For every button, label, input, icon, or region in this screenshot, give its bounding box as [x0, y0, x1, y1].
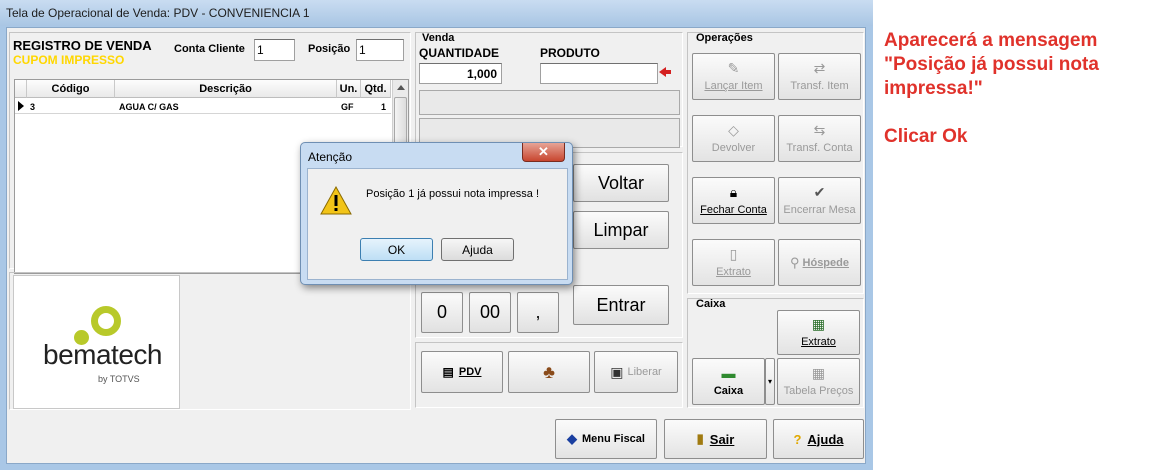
posicao-input[interactable]: 1 [356, 39, 404, 61]
window-title: Tela de Operacional de Venda: PDV - CONV… [6, 6, 310, 20]
table-icon: ▦ [811, 365, 826, 381]
cell-descricao: AGUA C/ GAS [119, 102, 179, 112]
table-row[interactable]: 3 AGUA C/ GAS GF 1 [15, 98, 391, 114]
lancar-icon: ✎ [727, 60, 740, 76]
dialog-body: Posição 1 já possui nota impressa ! OK A… [307, 168, 568, 280]
cash-icon: ▬ [721, 365, 736, 381]
key-comma[interactable]: , [517, 292, 559, 333]
cell-un: GF [341, 102, 354, 112]
encerrar-mesa-button[interactable]: ✔ Encerrar Mesa [778, 177, 861, 224]
pdv-button[interactable]: ▤ PDV [421, 351, 503, 393]
produto-input[interactable] [540, 63, 658, 84]
bematech-logo: bematech by TOTVS [13, 275, 180, 409]
annotation-line-4: Clicar Ok [884, 126, 968, 147]
annotation-line-2: "Posição já possui nota [884, 54, 1099, 75]
eraser-icon: ◇ [728, 122, 739, 138]
dialog-title: Atenção [308, 150, 353, 164]
info-display-1 [419, 90, 680, 115]
function-panel: ▤ PDV ♣ ▣ Liberar [415, 342, 683, 408]
key-0[interactable]: 0 [421, 292, 463, 333]
venda-group-label: Venda [422, 32, 455, 44]
printer-icon: ▤ [442, 365, 454, 379]
title-bar: Tela de Operacional de Venda: PDV - CONV… [0, 0, 873, 26]
quantidade-label: QUANTIDADE [419, 46, 499, 60]
menu-fiscal-button[interactable]: ◆ Menu Fiscal [555, 419, 657, 459]
hospede-button[interactable]: ⚲ Hóspede [778, 239, 861, 286]
logo-sub: by TOTVS [98, 374, 140, 384]
lock-icon: 🔒︎ [729, 184, 738, 200]
annotation-line-1: Aparecerá a mensagem [884, 30, 1098, 51]
extrato-caixa-button[interactable]: ▦ Extrato [777, 310, 860, 355]
close-icon: ✕ [538, 144, 549, 159]
caixa-panel: Caixa ▦ Extrato ▬ Caixa ▾ ▦ Tabela Preços [687, 298, 864, 408]
ajuda-button[interactable]: ? Ajuda [773, 419, 864, 459]
col-codigo[interactable]: Código [27, 80, 115, 98]
warning-icon [320, 186, 352, 215]
scroll-up-icon[interactable] [397, 85, 405, 90]
dialog-help-button[interactable]: Ajuda [441, 238, 514, 261]
produto-label: PRODUTO [540, 46, 600, 60]
transfer-icon: ⇄ [813, 60, 826, 76]
voltar-button[interactable]: Voltar [573, 164, 669, 202]
caixa-dropdown[interactable]: ▾ [765, 358, 775, 405]
tabela-precos-button[interactable]: ▦ Tabela Preços [777, 358, 860, 405]
caixa-button[interactable]: ▬ Caixa [692, 358, 765, 405]
cell-codigo: 3 [30, 102, 36, 112]
attention-dialog: Atenção ✕ Posição 1 já possui nota impre… [300, 142, 573, 285]
pdv-label: PDV [458, 366, 482, 378]
cell-qtd: 1 [380, 102, 386, 112]
guest-icon: ⚲ [790, 254, 800, 270]
transf-item-button[interactable]: ⇄ Transf. Item [778, 53, 861, 100]
grid-indicator-header [15, 80, 27, 98]
operacoes-group-label: Operações [696, 32, 753, 44]
exit-door-icon: ▮ [696, 431, 704, 446]
transfer-account-icon: ⇆ [813, 122, 826, 138]
registro-title: REGISTRO DE VENDA [13, 38, 152, 53]
key-00[interactable]: 00 [469, 292, 511, 333]
logo-ring [91, 306, 121, 336]
ok-button[interactable]: OK [360, 238, 433, 261]
liberar-label: Liberar [627, 366, 662, 378]
dialog-message: Posição 1 já possui nota impressa ! [366, 188, 540, 200]
venda-panel: Venda QUANTIDADE 1,000 PRODUTO [415, 32, 683, 148]
col-un[interactable]: Un. [337, 80, 361, 98]
dialog-close-button[interactable]: ✕ [522, 143, 565, 162]
posicao-label: Posição [308, 43, 351, 55]
current-row-arrow-icon [18, 101, 24, 111]
document-icon: ▯ [729, 246, 738, 262]
lancar-item-button[interactable]: ✎ Lançar Item [692, 53, 775, 100]
liberar-icon: ▣ [610, 363, 624, 380]
col-descricao[interactable]: Descrição [115, 80, 337, 98]
col-qtd[interactable]: Qtd. [361, 80, 391, 98]
sair-button[interactable]: ▮ Sair [664, 419, 767, 459]
limpar-button[interactable]: Limpar [573, 211, 669, 249]
status-label: CUPOM IMPRESSO [13, 53, 125, 67]
annotation-line-3: impressa!" [884, 78, 983, 99]
quantidade-input[interactable]: 1,000 [419, 63, 502, 84]
fechar-conta-button[interactable]: 🔒︎ Fechar Conta [692, 177, 775, 224]
conta-cliente-label: Conta Cliente [174, 43, 245, 55]
extrato-button[interactable]: ▯ Extrato [692, 239, 775, 286]
logo-panel: bematech by TOTVS [9, 272, 411, 410]
logo-text: bematech [43, 339, 162, 370]
help-icon: ? [793, 431, 802, 447]
calculator-icon: ▦ [811, 316, 826, 332]
check-icon: ✔ [813, 184, 826, 200]
mesa-button[interactable]: ♣ [508, 351, 590, 393]
diamond-icon: ◆ [567, 431, 578, 446]
operacoes-panel: Operações ✎ Lançar Item ⇄ Transf. Item ◇ De… [687, 32, 864, 294]
transf-conta-button[interactable]: ⇆ Transf. Conta [778, 115, 861, 162]
chevron-down-icon: ▾ [767, 377, 772, 386]
entrar-button[interactable]: Entrar [573, 285, 669, 325]
devolver-button[interactable]: ◇ Devolver [692, 115, 775, 162]
caixa-group-label: Caixa [696, 298, 726, 310]
pointer-arrow-icon [659, 67, 666, 77]
liberar-button[interactable]: ▣ Liberar [594, 351, 678, 393]
table-people-icon: ♣ [543, 361, 555, 382]
conta-cliente-input[interactable]: 1 [254, 39, 295, 61]
